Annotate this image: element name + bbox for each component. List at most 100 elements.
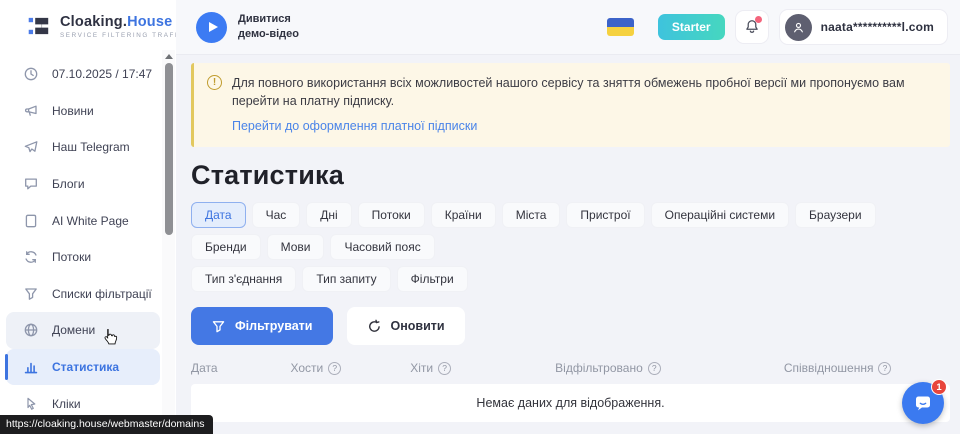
notifications-button[interactable] xyxy=(735,10,769,44)
plan-starter-button[interactable]: Starter xyxy=(658,14,725,40)
sidebar-item-ai-white-page[interactable]: AI White Page xyxy=(6,202,160,239)
tab-тип-з-єднання[interactable]: Тип з'єднання xyxy=(191,266,296,292)
globe-icon xyxy=(23,322,39,338)
column-header: Хіти? xyxy=(371,361,491,375)
funnel-icon xyxy=(23,286,39,302)
sidebar-item-label: AI White Page xyxy=(52,214,129,228)
sidebar-item-streams[interactable]: Потоки xyxy=(6,239,160,276)
trial-warning-banner: ! Для повного використання всіх можливос… xyxy=(191,63,950,147)
sidebar-item-blogs[interactable]: Блоги xyxy=(6,166,160,203)
top-header: Дивитися демо-відео Starter naata xyxy=(176,0,960,55)
help-question-icon[interactable]: ? xyxy=(648,362,661,375)
page-title: Статистика xyxy=(191,160,960,191)
help-question-icon[interactable]: ? xyxy=(328,362,341,375)
column-label: Хіти xyxy=(410,361,433,375)
tab-дата[interactable]: Дата xyxy=(191,202,246,228)
sidebar-item-label: Статистика xyxy=(52,360,119,374)
tab-дні[interactable]: Дні xyxy=(306,202,351,228)
clock-icon xyxy=(23,66,39,82)
refresh-button[interactable]: Оновити xyxy=(347,307,465,345)
column-header: Хости? xyxy=(261,361,371,375)
sidebar-item-label: Наш Telegram xyxy=(52,140,130,154)
brand-text: Cloaking.House SERVICE FILTERING TRAFFIC xyxy=(60,14,190,39)
demo-video-button[interactable]: Дивитися демо-відео xyxy=(196,12,299,43)
help-question-icon[interactable]: ? xyxy=(878,362,891,375)
scrollbar-thumb[interactable] xyxy=(165,63,173,235)
column-label: Відфільтровано xyxy=(555,361,643,375)
link-status-tooltip: https://cloaking.house/webmaster/domains xyxy=(0,415,213,434)
sidebar-item-label: Потоки xyxy=(52,250,91,264)
streams-icon xyxy=(23,249,39,265)
page-icon xyxy=(23,213,39,229)
tab-міста[interactable]: Міста xyxy=(502,202,561,228)
column-label: Дата xyxy=(191,361,218,375)
sidebar-item-label: 07.10.2025 / 17:47 xyxy=(52,67,152,81)
sidebar-item-label: Блоги xyxy=(52,177,85,191)
chat-badge: 1 xyxy=(931,379,947,395)
tab-країни[interactable]: Країни xyxy=(431,202,496,228)
brand-tagline: SERVICE FILTERING TRAFFIC xyxy=(60,32,190,39)
refresh-button-label: Оновити xyxy=(391,319,445,333)
tab-потоки[interactable]: Потоки xyxy=(358,202,425,228)
column-label: Хости xyxy=(290,361,323,375)
warning-icon: ! xyxy=(207,75,222,90)
tab-браузери[interactable]: Браузери xyxy=(795,202,876,228)
toolbar: Фільтрувати Оновити xyxy=(191,307,960,345)
sidebar: Cloaking.House SERVICE FILTERING TRAFFIC… xyxy=(0,0,176,434)
tabs-row-1: ДатаЧасДні ПотокиКраїниМістаПристрої Опера… xyxy=(191,202,950,260)
chat-widget-button[interactable]: 1 xyxy=(902,382,944,424)
sidebar-item-label: Новини xyxy=(52,104,94,118)
user-account-button[interactable]: naata**********l.com xyxy=(779,9,948,45)
sidebar-item-label: Домени xyxy=(52,323,95,337)
sidebar-item-filter-lists[interactable]: Списки фільтрації xyxy=(6,276,160,313)
play-icon[interactable] xyxy=(196,12,227,43)
header-right: Starter naata**********l.com xyxy=(607,9,960,45)
scroll-up-arrow-icon[interactable] xyxy=(165,54,173,59)
sidebar-scrollbar[interactable] xyxy=(162,50,175,434)
sidebar-item-telegram[interactable]: Наш Telegram xyxy=(6,129,160,166)
tab-операційні-системи[interactable]: Операційні системи xyxy=(651,202,789,228)
sidebar-item-statistics[interactable]: Статистика xyxy=(6,349,160,386)
sidebar-item-news[interactable]: Новини xyxy=(6,93,160,130)
refresh-icon xyxy=(367,319,382,334)
column-header: Відфільтровано? xyxy=(491,361,726,375)
notification-dot xyxy=(755,16,762,23)
language-flag-ua[interactable] xyxy=(607,18,634,36)
app-window: Cloaking.House SERVICE FILTERING TRAFFIC… xyxy=(0,0,960,434)
sidebar-item-datetime[interactable]: 07.10.2025 / 17:47 xyxy=(6,56,160,93)
tab-часовий-пояс[interactable]: Часовий пояс xyxy=(330,234,434,260)
tab-тип-запиту[interactable]: Тип запиту xyxy=(302,266,390,292)
brand-title: Cloaking.House xyxy=(60,14,190,30)
subscription-link[interactable]: Перейти до оформлення платної підписки xyxy=(232,119,477,133)
table-empty-state: Немає даних для відображення. xyxy=(191,384,950,422)
column-header: Співвідношення? xyxy=(725,361,950,375)
demo-video-label: Дивитися демо-відео xyxy=(238,12,299,43)
tabs-row-2: Тип з'єднанняТип запиту Фільтри xyxy=(191,266,950,292)
main-content: ! Для повного використання всіх можливос… xyxy=(176,55,960,434)
tab-мови[interactable]: Мови xyxy=(267,234,325,260)
tab-фільтри[interactable]: Фільтри xyxy=(397,266,468,292)
funnel-icon xyxy=(211,319,226,334)
sidebar-item-domains[interactable]: Домени xyxy=(6,312,160,349)
brand-logo-icon xyxy=(26,13,52,39)
tab-бренди[interactable]: Бренди xyxy=(191,234,261,260)
column-header: Дата xyxy=(191,361,261,375)
cursor-icon xyxy=(23,396,39,412)
banner-text: Для повного використання всіх можливосте… xyxy=(232,74,934,110)
help-question-icon[interactable]: ? xyxy=(438,362,451,375)
column-label: Співвідношення xyxy=(784,361,874,375)
table-header-row: ДатаХости?Хіти?Відфільтровано?Співвіднош… xyxy=(191,361,950,384)
tab-час[interactable]: Час xyxy=(252,202,301,228)
megaphone-icon xyxy=(23,103,39,119)
user-email: naata**********l.com xyxy=(821,20,934,34)
tab-пристрої[interactable]: Пристрої xyxy=(566,202,644,228)
chart-icon xyxy=(23,359,39,375)
filter-button[interactable]: Фільтрувати xyxy=(191,307,333,345)
telegram-icon xyxy=(23,139,39,155)
sidebar-item-label: Кліки xyxy=(52,397,81,411)
chat-icon xyxy=(23,176,39,192)
sidebar-nav: 07.10.2025 / 17:47 Новини Наш Telegram Блог… xyxy=(0,51,176,422)
avatar xyxy=(785,14,812,41)
sidebar-item-label: Списки фільтрації xyxy=(52,287,152,301)
brand-logo[interactable]: Cloaking.House SERVICE FILTERING TRAFFIC xyxy=(0,0,176,51)
